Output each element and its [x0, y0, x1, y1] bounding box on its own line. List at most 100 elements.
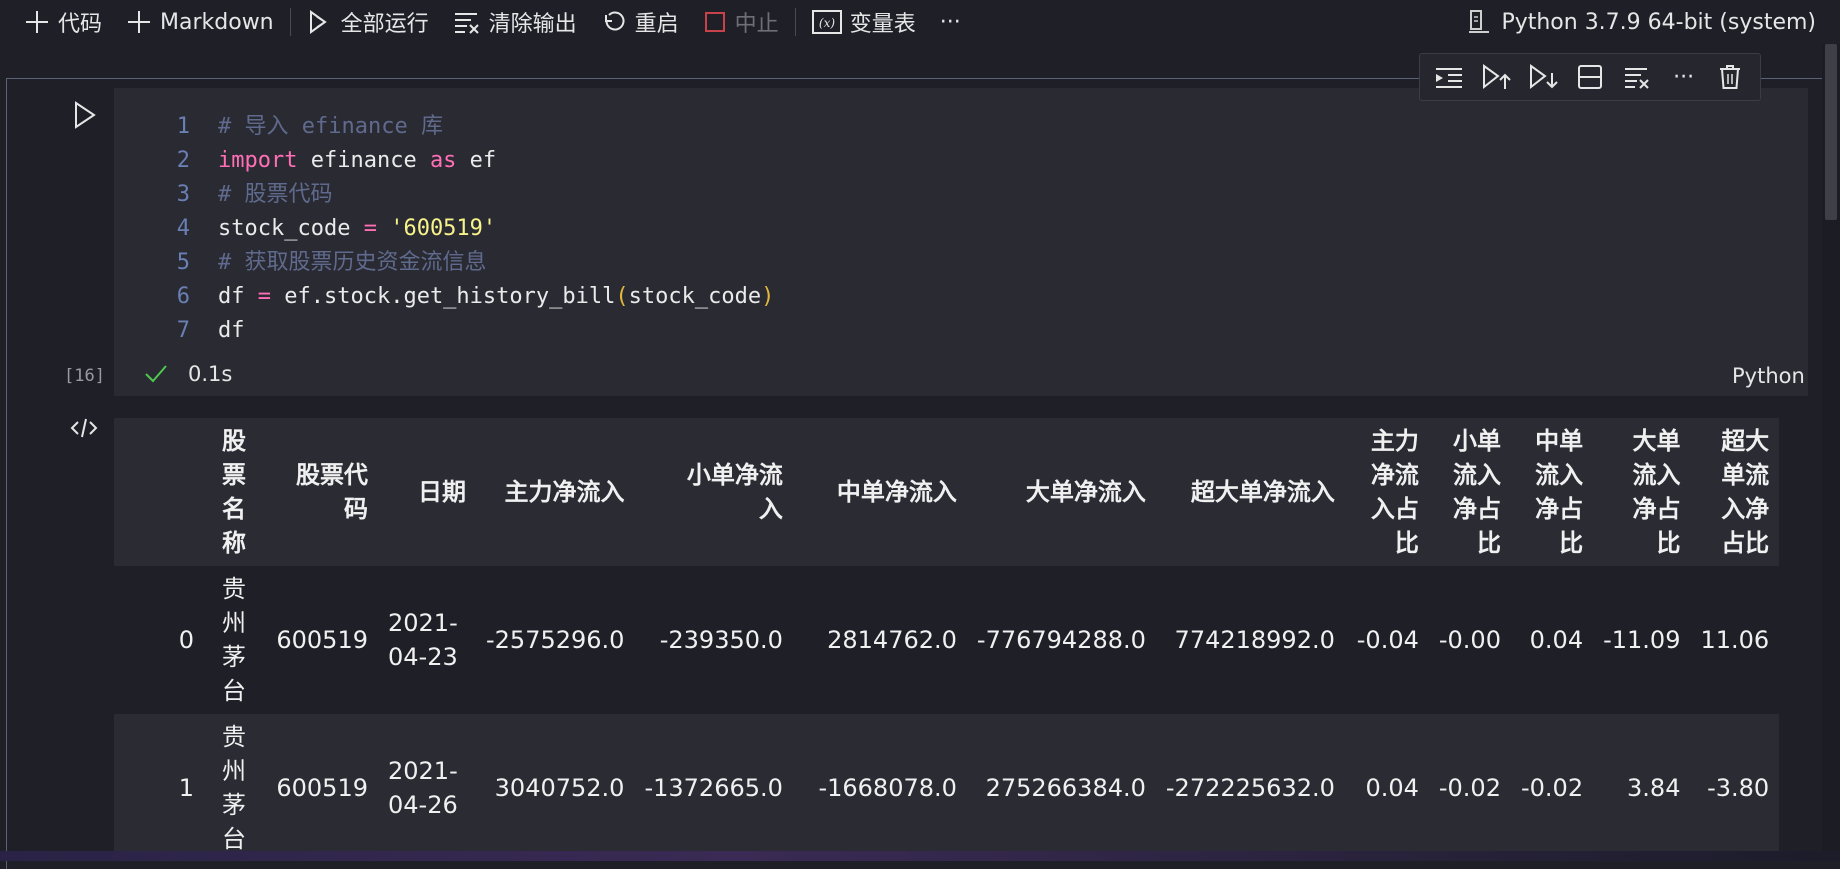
table-cell: -0.04 — [1356, 626, 1419, 654]
run-by-line-button[interactable] — [1431, 59, 1467, 95]
restart-label: 重启 — [634, 12, 679, 37]
more-actions-button[interactable]: ··· — [928, 0, 973, 44]
run-above-icon — [1483, 64, 1511, 90]
code-token: efinance — [297, 148, 430, 173]
code-token: ) — [761, 284, 775, 309]
code-token: # 获取股票历史资金流信息 — [218, 250, 487, 275]
code-line[interactable]: 1 # 导入 efinance 库 — [114, 110, 774, 144]
code-line[interactable]: 2 import efinance as ef — [114, 144, 774, 178]
table-cell: 600519 — [276, 626, 368, 654]
code-line[interactable]: 3 # 股票代码 — [114, 178, 774, 212]
more-icon: ··· — [939, 9, 961, 35]
table-row: 1 贵州茅台 600519 2021- 04-26 3040752.0 -1372665.0… — [114, 714, 1780, 861]
line-number: 4 — [176, 216, 190, 241]
code-token: = — [257, 284, 271, 309]
code-token: stock_code — [218, 216, 364, 241]
code-token: import — [218, 148, 298, 173]
interrupt-button[interactable]: 中止 — [691, 0, 791, 44]
column-header: 大单净流入 — [1025, 478, 1146, 506]
add-code-button[interactable]: 代码 — [0, 0, 114, 44]
code-token: stock_code — [628, 284, 762, 309]
clear-outputs-button[interactable]: 清除输出 — [441, 0, 589, 44]
variables-icon: (x) — [811, 10, 842, 34]
table-cell: 1 — [178, 774, 194, 802]
table-cell: -0.00 — [1438, 626, 1501, 654]
column-header — [114, 418, 204, 566]
run-cell-icon[interactable] — [72, 100, 98, 130]
status-bar-strip — [0, 851, 1840, 861]
line-number: 1 — [176, 114, 190, 139]
code-token: df — [218, 318, 245, 343]
stop-icon — [704, 12, 725, 32]
column-header: 日期 — [418, 478, 466, 506]
run-all-label: 全部运行 — [340, 12, 429, 37]
table-cell: 贵州茅台 — [222, 575, 246, 705]
scrollbar-thumb[interactable] — [1825, 44, 1837, 220]
more-icon: ··· — [1673, 64, 1695, 90]
table-cell: 0.04 — [1365, 774, 1419, 802]
table-cell: -1372665.0 — [644, 774, 783, 802]
table-cell: -239350.0 — [659, 626, 783, 654]
table-cell: 11.06 — [1700, 626, 1770, 654]
line-number: 3 — [176, 182, 190, 207]
kernel-picker[interactable]: Python 3.7.9 64-bit (system) — [1467, 0, 1816, 44]
server-icon — [1469, 10, 1490, 33]
code-lines: 1 # 导入 efinance 库 2 import efinance as ef 3 #… — [114, 110, 775, 348]
kernel-label: Python 3.7.9 64-bit (system) — [1501, 9, 1816, 35]
column-header: 小单净流入 — [686, 461, 783, 523]
interrupt-label: 中止 — [734, 12, 779, 37]
toolbar-divider — [289, 8, 291, 36]
code-line[interactable]: 5 # 获取股票历史资金流信息 — [114, 246, 774, 280]
plus-icon — [128, 11, 151, 33]
line-number: 2 — [176, 148, 190, 173]
add-markdown-button[interactable]: Markdown — [114, 0, 286, 44]
code-token: as — [429, 148, 457, 173]
code-token: ef — [456, 148, 497, 173]
execution-duration: 0.1s — [188, 362, 233, 386]
table-cell: 2021- 04-26 — [388, 757, 458, 819]
output-code-icon[interactable] — [70, 416, 98, 440]
cell-language[interactable]: Python — [1732, 364, 1805, 388]
add-code-label: 代码 — [58, 12, 103, 37]
code-token: # 股票代码 — [218, 182, 333, 207]
run-below-button[interactable] — [1525, 59, 1561, 95]
code-line[interactable]: 7 df — [114, 314, 774, 348]
clear-outputs-label: 清除输出 — [488, 12, 577, 37]
line-number: 7 — [176, 318, 190, 343]
column-header: 大单 流入 净占比 — [1632, 427, 1681, 557]
code-token: ( — [615, 284, 629, 309]
table-cell: 2021- 04-23 — [388, 609, 458, 671]
add-markdown-label: Markdown — [160, 9, 274, 35]
clear-all-icon — [454, 13, 479, 34]
restart-button[interactable]: 重启 — [589, 0, 691, 44]
table-cell: 0.04 — [1529, 626, 1584, 654]
run-by-line-icon — [1436, 68, 1463, 88]
column-header: 中单 流入 净占比 — [1535, 427, 1584, 557]
delete-cell-button[interactable] — [1712, 59, 1748, 95]
run-above-button[interactable] — [1478, 59, 1514, 95]
table-cell: -2575296.0 — [486, 626, 625, 654]
table-cell: -3.80 — [1707, 774, 1770, 802]
code-token: df — [218, 284, 258, 309]
split-cell-button[interactable] — [1572, 59, 1608, 95]
table-row: 0 贵州茅台 600519 2021- 04-23 -2575296.0 -239350.0… — [114, 566, 1780, 714]
code-line[interactable]: 6 df = ef.stock.get_history_bill(stock_co… — [114, 280, 775, 314]
cell-more-button[interactable]: ··· — [1666, 59, 1702, 95]
code-cell-editor[interactable]: 1 # 导入 efinance 库 2 import efinance as ef 3 #… — [114, 88, 1808, 396]
clear-cell-output-button[interactable] — [1619, 59, 1655, 95]
run-all-button[interactable]: 全部运行 — [295, 0, 441, 44]
notebook-toolbar: 代码 Markdown 全部运行 清除输出 重启 中止 (x) 变量表 ··· … — [0, 0, 1840, 44]
execution-count: [16] — [64, 366, 105, 386]
code-token: '600519' — [390, 216, 497, 241]
table-cell: 3040752.0 — [494, 774, 625, 802]
column-header: 中单净流入 — [836, 478, 957, 506]
table-cell: -776794288.0 — [976, 626, 1146, 654]
variables-label: 变量表 — [849, 12, 916, 37]
svg-text:(x): (x) — [819, 16, 835, 30]
column-header: 超大单净流入 — [1190, 478, 1335, 506]
variables-button[interactable]: (x) 变量表 — [800, 0, 928, 44]
code-line[interactable]: 4 stock_code = '600519' — [114, 212, 774, 246]
dataframe-table: 股票名称 股票代码 日期 主力净流入 小单净流入 中单净流入 大单净流入 超大单净流入 主力 净流… — [114, 418, 1780, 861]
column-header: 股票名称 — [222, 427, 246, 557]
